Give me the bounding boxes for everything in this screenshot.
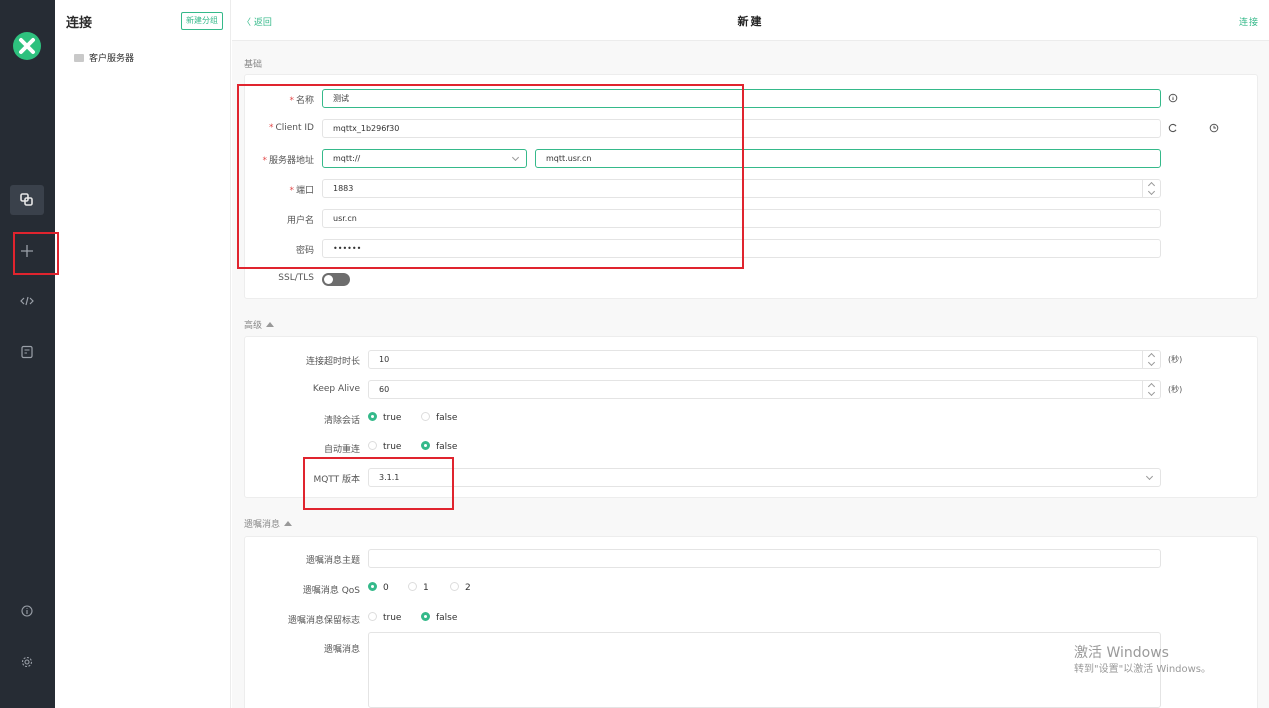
ssl-toggle[interactable] xyxy=(322,273,350,286)
radio-unchecked-icon xyxy=(368,441,377,450)
new-group-button[interactable]: 新建分组 xyxy=(181,12,223,30)
windows-watermark-subtitle: 转到"设置"以激活 Windows。 xyxy=(1074,664,1212,675)
keepalive-unit: (秒) xyxy=(1168,385,1183,394)
will-qos-label: 遗嘱消息 QoS xyxy=(302,586,360,596)
caret-up-icon xyxy=(284,521,293,526)
timeout-input[interactable]: 10 xyxy=(368,350,1161,369)
connections-icon xyxy=(20,193,33,206)
mqttx-window: 连接 新建分组 客户服务器 〈 返回 新建 连接 基础 * 名称 测试 * Clie… xyxy=(0,0,1269,708)
info-icon xyxy=(21,605,33,617)
clock-icon[interactable] xyxy=(1209,123,1219,133)
timeout-stepper[interactable] xyxy=(1142,351,1160,368)
radio-unchecked-icon xyxy=(450,582,459,591)
qos-0-radio[interactable]: 0 xyxy=(368,582,389,595)
radio-checked-icon xyxy=(421,441,430,450)
info-icon[interactable] xyxy=(1168,93,1178,103)
connections-nav-button[interactable] xyxy=(10,185,44,215)
group-label: 客户服务器 xyxy=(89,54,135,64)
will-payload-label: 遗嘱消息 xyxy=(323,645,360,655)
keepalive-value: 60 xyxy=(379,385,390,394)
topbar: 〈 返回 新建 连接 xyxy=(232,0,1269,41)
will-topic-label: 遗嘱消息主题 xyxy=(305,556,360,566)
auto-reconnect-label: 自动重连 xyxy=(323,445,360,455)
timeout-value: 10 xyxy=(379,355,390,364)
settings-nav-button[interactable] xyxy=(10,647,44,677)
keepalive-label: Keep Alive xyxy=(312,384,360,394)
windows-watermark-title: 激活 Windows xyxy=(1074,645,1169,661)
connections-title: 连接 xyxy=(66,16,93,31)
folder-icon xyxy=(74,54,84,62)
group-item[interactable]: 客户服务器 xyxy=(74,52,134,64)
mqtt-version-select[interactable]: 3.1.1 xyxy=(368,468,1161,487)
gear-icon xyxy=(21,656,33,668)
clean-false-radio[interactable]: false xyxy=(421,412,457,425)
log-nav-button[interactable] xyxy=(10,337,44,367)
timeout-label: 连接超时时长 xyxy=(305,357,360,367)
ssl-label: SSL/TLS xyxy=(278,273,314,283)
about-nav-button[interactable] xyxy=(10,596,44,626)
mqttx-logo-icon xyxy=(13,32,41,60)
will-section-title[interactable]: 遗嘱消息 xyxy=(244,517,293,530)
port-stepper[interactable] xyxy=(1142,180,1160,197)
reconnect-true-radio[interactable]: true xyxy=(368,441,401,454)
connect-button[interactable]: 连接 xyxy=(1239,15,1259,28)
code-icon xyxy=(20,296,34,306)
basic-section-title: 基础 xyxy=(244,60,263,70)
clean-session-label: 清除会话 xyxy=(323,416,360,426)
refresh-icon[interactable] xyxy=(1168,123,1178,133)
radio-unchecked-icon xyxy=(408,582,417,591)
log-icon xyxy=(21,345,33,359)
chevron-down-icon xyxy=(1145,472,1154,481)
connections-panel: 连接 新建分组 客户服务器 xyxy=(55,0,231,708)
will-topic-input[interactable] xyxy=(368,549,1161,568)
qos-1-radio[interactable]: 1 xyxy=(408,582,429,595)
script-nav-button[interactable] xyxy=(10,286,44,316)
radio-unchecked-icon xyxy=(368,612,377,621)
retain-true-radio[interactable]: true xyxy=(368,612,401,625)
radio-checked-icon xyxy=(368,412,377,421)
radio-checked-icon xyxy=(421,612,430,621)
will-retain-label: 遗嘱消息保留标志 xyxy=(287,616,360,626)
caret-up-icon xyxy=(266,322,275,327)
radio-unchecked-icon xyxy=(421,412,430,421)
page-title: 新建 xyxy=(737,15,764,28)
timeout-unit: (秒) xyxy=(1168,355,1183,364)
keepalive-input[interactable]: 60 xyxy=(368,380,1161,399)
annotation-box-mqtt-version xyxy=(303,457,454,510)
annotation-box-plus xyxy=(13,232,59,275)
advanced-section-title[interactable]: 高级 xyxy=(244,318,275,331)
keepalive-stepper[interactable] xyxy=(1142,381,1160,398)
left-rail xyxy=(0,0,55,708)
will-payload-textarea[interactable] xyxy=(368,632,1161,708)
reconnect-false-radio[interactable]: false xyxy=(421,441,457,454)
clean-true-radio[interactable]: true xyxy=(368,412,401,425)
qos-2-radio[interactable]: 2 xyxy=(450,582,471,595)
annotation-box-basic xyxy=(237,84,744,269)
retain-false-radio[interactable]: false xyxy=(421,612,457,625)
radio-checked-icon xyxy=(368,582,377,591)
